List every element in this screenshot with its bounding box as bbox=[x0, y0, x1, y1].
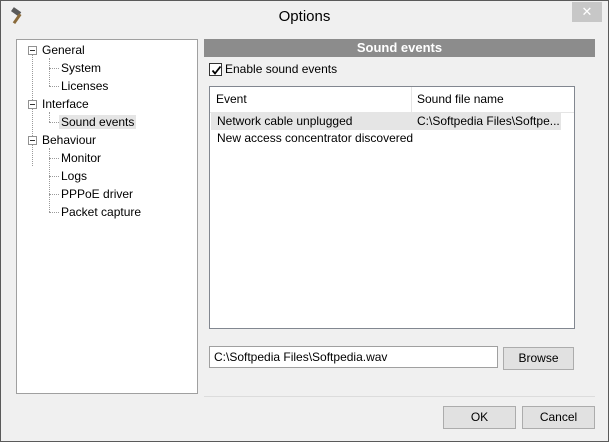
cancel-button[interactable]: Cancel bbox=[522, 406, 595, 429]
tree-connector bbox=[49, 86, 59, 87]
browse-button[interactable]: Browse bbox=[503, 347, 574, 370]
collapse-icon[interactable] bbox=[28, 136, 37, 145]
collapse-icon[interactable] bbox=[28, 100, 37, 109]
column-header-sound-file[interactable]: Sound file name bbox=[411, 87, 574, 112]
tree-item-system[interactable]: System bbox=[61, 60, 101, 76]
collapse-icon[interactable] bbox=[28, 46, 37, 55]
tree-item-label: General bbox=[42, 43, 85, 57]
tree-item-licenses[interactable]: Licenses bbox=[61, 78, 108, 94]
tree-connector bbox=[49, 122, 59, 123]
tree-item-monitor[interactable]: Monitor bbox=[61, 150, 101, 166]
panel-title: Sound events bbox=[204, 39, 595, 57]
tree-connector bbox=[49, 176, 59, 177]
file-cell: C:\Softpedia Files\Softpe... bbox=[417, 114, 559, 128]
tree-connector bbox=[49, 68, 59, 69]
close-icon: ✕ bbox=[581, 4, 593, 19]
tree-item-label: Licenses bbox=[61, 79, 109, 93]
tree-item-label: Packet capture bbox=[61, 205, 142, 219]
tree-item-interface[interactable]: Interface bbox=[42, 96, 89, 112]
tree-item-label: Behaviour bbox=[42, 133, 97, 147]
column-header-label: Event bbox=[216, 92, 247, 106]
tree-connector bbox=[49, 158, 59, 159]
tree-item-label: Sound events bbox=[59, 115, 137, 129]
sound-file-path-field[interactable]: C:\Softpedia Files\Softpedia.wav bbox=[209, 346, 498, 368]
sound-events-list[interactable]: Event Sound file name Network cable unpl… bbox=[209, 86, 575, 329]
event-cell: New access concentrator discovered bbox=[217, 131, 414, 145]
tree-item-logs[interactable]: Logs bbox=[61, 168, 87, 184]
tree-item-sound-events[interactable]: Sound events bbox=[59, 114, 137, 130]
close-button[interactable]: ✕ bbox=[572, 2, 602, 22]
tree-item-label: PPPoE driver bbox=[61, 187, 134, 201]
column-header-label: Sound file name bbox=[417, 92, 504, 106]
options-window: Options ✕ General System Licenses Interf… bbox=[0, 0, 609, 442]
tree-item-packet-capture[interactable]: Packet capture bbox=[61, 204, 141, 220]
checkbox-box[interactable] bbox=[209, 63, 222, 76]
column-header-event[interactable]: Event bbox=[210, 87, 411, 112]
tree-item-pppoe-driver[interactable]: PPPoE driver bbox=[61, 186, 133, 202]
ok-button[interactable]: OK bbox=[443, 406, 516, 429]
tree-item-behaviour[interactable]: Behaviour bbox=[42, 132, 96, 148]
checkmark-icon bbox=[211, 65, 222, 75]
tree-item-label: Interface bbox=[42, 97, 89, 111]
checkbox-label: Enable sound events bbox=[225, 62, 338, 76]
list-row[interactable]: New access concentrator discovered bbox=[211, 130, 561, 147]
tree-connector bbox=[32, 54, 33, 166]
event-cell: Network cable unplugged bbox=[217, 114, 353, 128]
window-title: Options bbox=[278, 8, 331, 25]
list-header: Event Sound file name bbox=[210, 87, 574, 113]
tree-item-label: System bbox=[61, 61, 102, 75]
tree-connector bbox=[49, 112, 50, 122]
tree-item-label: Logs bbox=[61, 169, 88, 183]
tree-connector bbox=[49, 194, 59, 195]
tree-connector bbox=[49, 212, 59, 213]
title-bar[interactable]: Options ✕ bbox=[1, 1, 608, 31]
list-row[interactable]: Network cable unplugged C:\Softpedia Fil… bbox=[211, 113, 561, 130]
footer-divider bbox=[204, 396, 595, 397]
tree-item-general[interactable]: General bbox=[42, 42, 85, 58]
tree-item-label: Monitor bbox=[61, 151, 102, 165]
tree-connector bbox=[49, 58, 50, 86]
options-tree[interactable]: General System Licenses Interface Sound … bbox=[16, 39, 198, 394]
